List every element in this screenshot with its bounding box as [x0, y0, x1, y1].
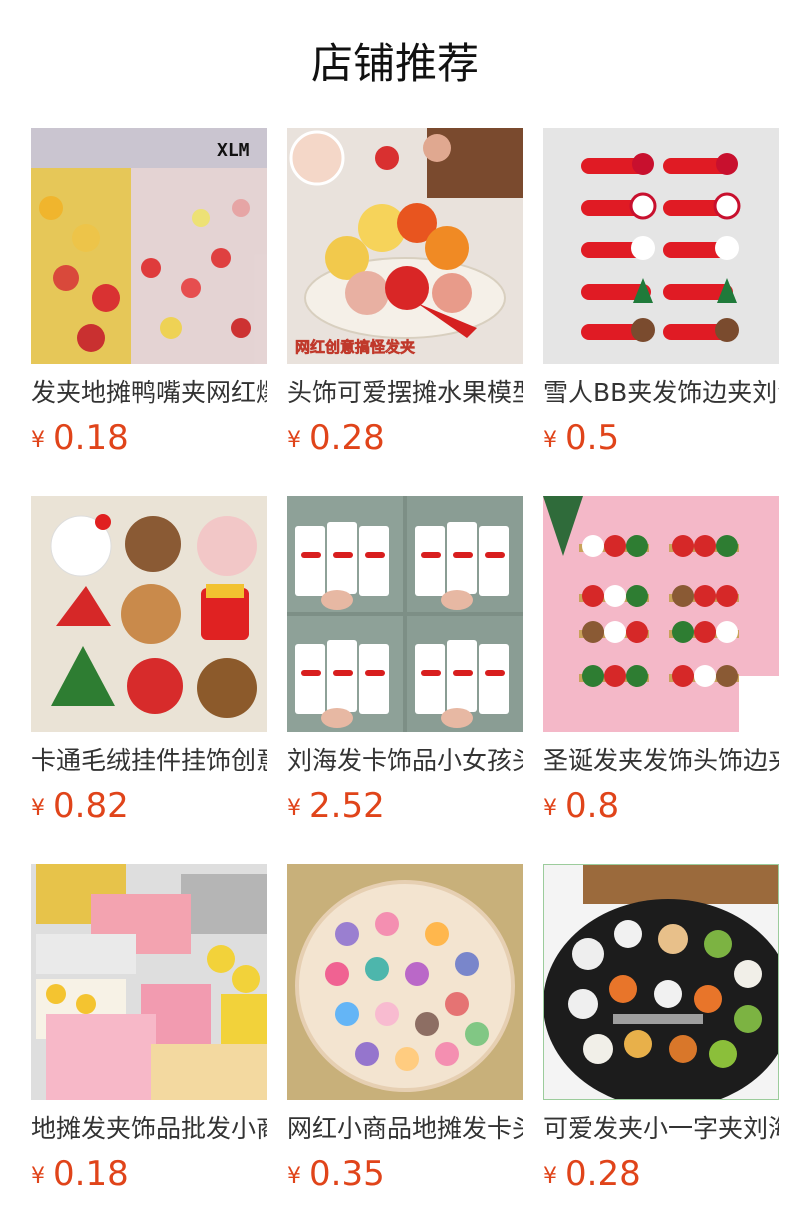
- product-card[interactable]: 圣诞发夹发饰头饰边夹 ¥0.8: [543, 496, 779, 826]
- price-value: 0.28: [309, 418, 385, 458]
- product-name[interactable]: 卡通毛绒挂件挂饰创意: [31, 744, 267, 778]
- product-price: ¥0.82: [31, 786, 267, 826]
- price-value: 0.82: [53, 786, 129, 826]
- product-name[interactable]: 网红小商品地摊发卡头饰: [287, 1112, 523, 1146]
- price-value: 0.5: [565, 418, 620, 458]
- price-value: 2.52: [309, 786, 385, 826]
- product-card[interactable]: 卡通毛绒挂件挂饰创意 ¥0.82: [31, 496, 267, 826]
- product-image[interactable]: XLM: [31, 128, 267, 364]
- product-image[interactable]: 网红创意搞怪发夹: [287, 128, 523, 364]
- product-card[interactable]: 网红创意搞怪发夹 头饰可爱摆摊水果模型发夹 ¥0.28: [287, 128, 523, 458]
- product-price: ¥0.35: [287, 1154, 523, 1194]
- product-image[interactable]: [287, 864, 523, 1100]
- product-price: ¥2.52: [287, 786, 523, 826]
- product-name[interactable]: 雪人BB夹发饰边夹刘海夹: [543, 376, 779, 410]
- page-title: 店铺推荐: [310, 39, 479, 88]
- currency-symbol: ¥: [543, 796, 557, 821]
- product-card[interactable]: XLM 发夹地摊鸭嘴夹网红爆款 ¥0.18: [31, 128, 267, 458]
- product-name[interactable]: 可爱发夹小一字夹刘海夹: [543, 1112, 779, 1146]
- price-value: 0.18: [53, 418, 129, 458]
- product-price: ¥0.28: [543, 1154, 779, 1194]
- currency-symbol: ¥: [543, 428, 557, 453]
- price-value: 0.18: [53, 1154, 129, 1194]
- currency-symbol: ¥: [31, 1164, 45, 1189]
- product-price: ¥0.28: [287, 418, 523, 458]
- product-card[interactable]: 可爱发夹小一字夹刘海夹 ¥0.28: [543, 864, 779, 1194]
- currency-symbol: ¥: [287, 1164, 301, 1189]
- image-overlay-text: 网红创意搞怪发夹: [295, 338, 415, 356]
- currency-symbol: ¥: [31, 428, 45, 453]
- price-value: 0.35: [309, 1154, 385, 1194]
- product-card[interactable]: 刘海发卡饰品小女孩头饰 ¥2.52: [287, 496, 523, 826]
- product-price: ¥0.8: [543, 786, 779, 826]
- currency-symbol: ¥: [287, 428, 301, 453]
- product-name[interactable]: 圣诞发夹发饰头饰边夹: [543, 744, 779, 778]
- product-name[interactable]: 地摊发夹饰品批发小商品: [31, 1112, 267, 1146]
- product-image[interactable]: [543, 128, 779, 364]
- product-price: ¥0.18: [31, 1154, 267, 1194]
- product-card[interactable]: 网红小商品地摊发卡头饰 ¥0.35: [287, 864, 523, 1194]
- currency-symbol: ¥: [543, 1164, 557, 1189]
- currency-symbol: ¥: [287, 796, 301, 821]
- product-card[interactable]: 雪人BB夹发饰边夹刘海夹 ¥0.5: [543, 128, 779, 458]
- product-image[interactable]: [31, 864, 267, 1100]
- product-price: ¥0.5: [543, 418, 779, 458]
- product-image[interactable]: [31, 496, 267, 732]
- product-card[interactable]: 地摊发夹饰品批发小商品 ¥0.18: [31, 864, 267, 1194]
- product-image[interactable]: [543, 864, 779, 1100]
- watermark-text: XLM: [217, 140, 250, 161]
- product-name[interactable]: 发夹地摊鸭嘴夹网红爆款: [31, 376, 267, 410]
- product-image[interactable]: [287, 496, 523, 732]
- price-value: 0.28: [565, 1154, 641, 1194]
- price-value: 0.8: [565, 786, 620, 826]
- currency-symbol: ¥: [31, 796, 45, 821]
- product-name[interactable]: 头饰可爱摆摊水果模型发夹: [287, 376, 523, 410]
- product-image[interactable]: [543, 496, 779, 732]
- product-name[interactable]: 刘海发卡饰品小女孩头饰: [287, 744, 523, 778]
- product-price: ¥0.18: [31, 418, 267, 458]
